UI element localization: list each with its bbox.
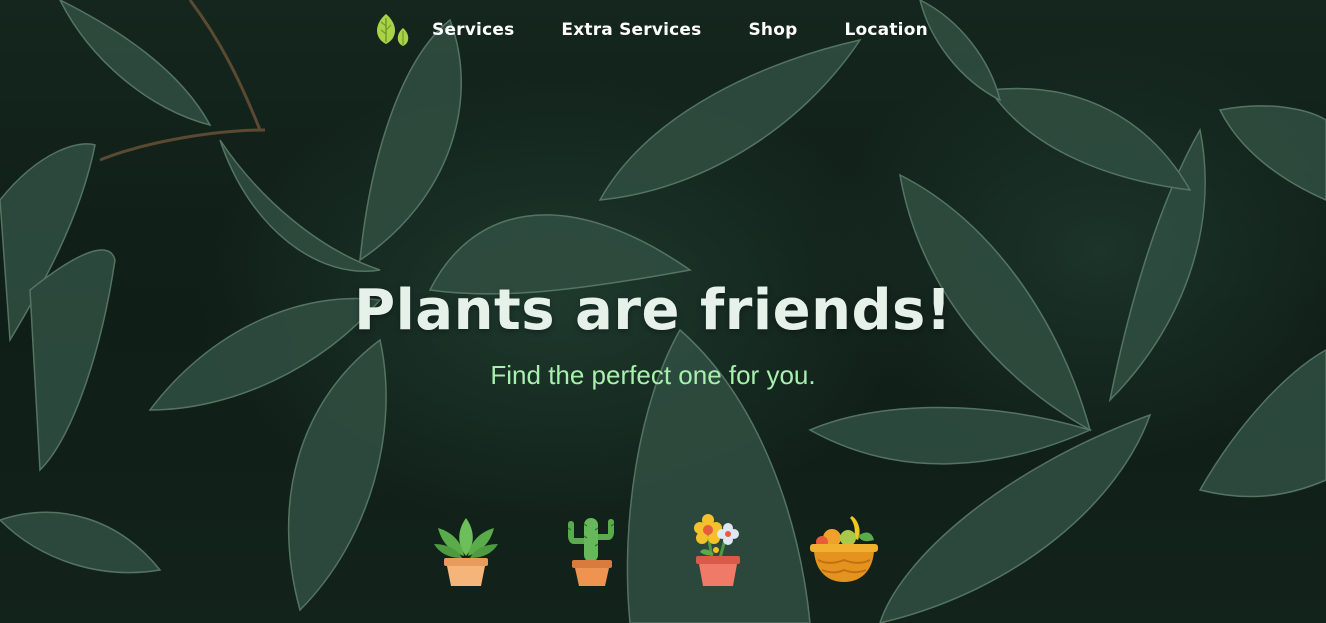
nav-link-location[interactable]: Location	[844, 20, 927, 40]
nav-link-shop[interactable]: Shop	[748, 20, 797, 40]
succulent-pot-icon[interactable]	[428, 510, 504, 590]
hero-title: Plants are friends!	[354, 278, 952, 343]
leaf-logo-icon[interactable]	[370, 12, 412, 48]
nav-link-extra-services[interactable]: Extra Services	[561, 20, 701, 40]
nav-link-services[interactable]: Services	[432, 20, 514, 40]
cactus-pot-icon[interactable]	[554, 510, 630, 590]
flower-pot-icon[interactable]	[680, 510, 756, 590]
plant-icons-row	[0, 510, 1326, 600]
fruit-basket-icon[interactable]	[806, 510, 882, 590]
top-nav: Services Extra Services Shop Location	[370, 10, 975, 50]
hero-subtitle: Find the perfect one for you.	[490, 360, 816, 390]
